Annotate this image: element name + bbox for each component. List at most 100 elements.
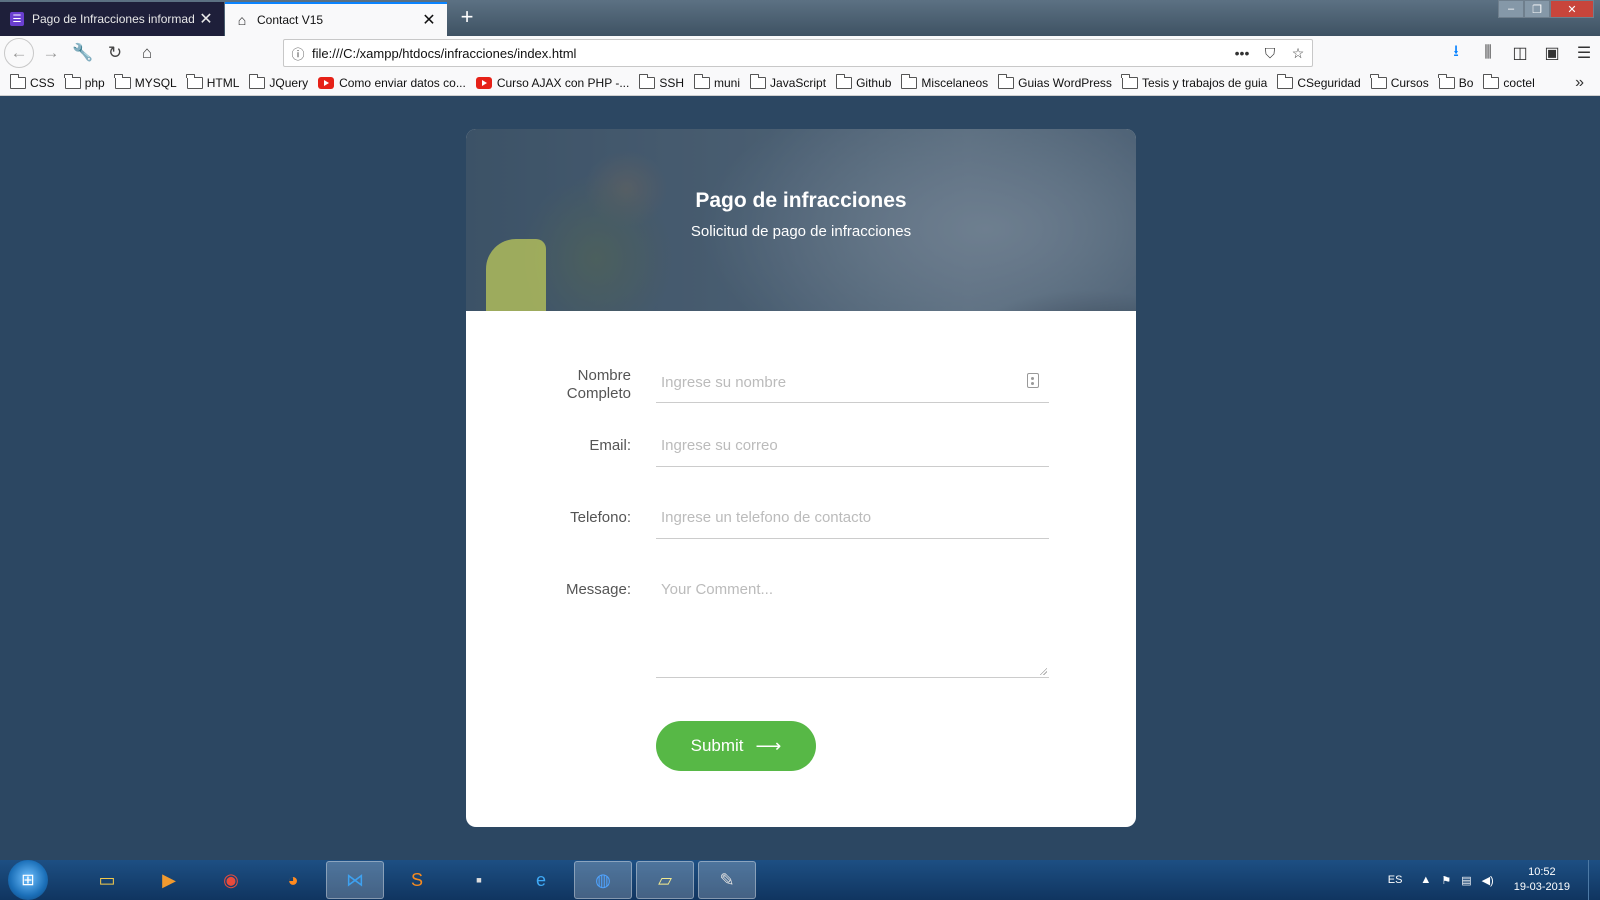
sidebar-icon[interactable]: ◫ xyxy=(1504,38,1536,68)
bookmark-jquery[interactable]: JQuery xyxy=(248,73,308,90)
bookmark-javascript[interactable]: JavaScript xyxy=(749,73,827,90)
page-actions-icon[interactable]: ••• xyxy=(1228,45,1256,61)
bookmark-label: JavaScript xyxy=(770,75,827,90)
new-tab-button[interactable]: + xyxy=(456,4,478,30)
bookmark-guias-wordpress[interactable]: Guias WordPress xyxy=(997,73,1112,90)
form-subtitle: Solicitud de pago de infracciones xyxy=(690,222,912,240)
library-icon[interactable]: ⫼ xyxy=(1472,38,1504,68)
home-button[interactable]: ⌂ xyxy=(132,38,162,68)
name-label-line2: Completo xyxy=(566,385,631,402)
folder-icon xyxy=(1370,73,1387,89)
bookmark-label: HTML xyxy=(206,75,240,90)
close-window-button[interactable]: ✕ xyxy=(1550,0,1594,18)
bookmark-cseguridad[interactable]: CSeguridad xyxy=(1276,73,1361,90)
network-icon[interactable]: ▤ xyxy=(1461,874,1471,887)
tab-contact-v15[interactable]: ⌂ Contact V15 ✕ xyxy=(225,2,447,36)
bookmark-mysql[interactable]: MYSQL xyxy=(114,73,177,90)
forward-button[interactable]: → xyxy=(36,38,66,68)
bookmark-star-icon[interactable]: ☆ xyxy=(1284,45,1312,62)
email-placeholder: Ingrese su correo xyxy=(661,437,778,454)
bookmark-html[interactable]: HTML xyxy=(186,73,240,90)
folder-icon xyxy=(1438,73,1455,89)
paint-icon[interactable]: ✎ xyxy=(698,861,756,899)
bookmark-coctel[interactable]: coctel xyxy=(1482,73,1535,90)
url-text[interactable]: file:///C:/xampp/htdocs/infracciones/ind… xyxy=(312,46,1228,61)
reload-button[interactable]: ↻ xyxy=(100,38,130,68)
bookmark-cursos[interactable]: Cursos xyxy=(1370,73,1429,90)
close-tab-icon[interactable]: ✕ xyxy=(421,10,437,30)
ie-icon[interactable]: e xyxy=(512,861,570,899)
bookmark-label: Github xyxy=(856,75,892,90)
download-icon[interactable]: ⭳ xyxy=(1440,38,1472,68)
bookmark-label: SSH xyxy=(659,75,685,90)
name-input[interactable]: Ingrese su nombre xyxy=(656,363,1049,403)
tab-pago-infracciones[interactable]: ☰ Pago de Infracciones informad ✕ xyxy=(0,2,224,36)
clock-time: 10:52 xyxy=(1528,866,1556,878)
folder-icon xyxy=(749,73,767,89)
menu-icon[interactable]: ☰ xyxy=(1568,38,1600,68)
tab-label: Pago de Infracciones informad xyxy=(32,12,195,26)
start-button[interactable]: ⊞ xyxy=(8,860,48,900)
bookmark-label: Guias WordPress xyxy=(1018,75,1112,90)
media-player-icon[interactable]: ▶ xyxy=(140,861,198,899)
folder-icon xyxy=(900,73,918,89)
restore-button[interactable]: ❐ xyxy=(1524,0,1550,18)
bookmark-tesis-y-trabajos-de-guia[interactable]: Tesis y trabajos de guia xyxy=(1121,73,1267,90)
resize-handle[interactable] xyxy=(1039,667,1047,675)
sublime-icon[interactable]: S xyxy=(388,861,446,899)
folder-icon xyxy=(9,73,26,89)
pocket-icon[interactable]: ⛉ xyxy=(1256,45,1284,62)
submit-label: Submit xyxy=(690,736,744,755)
firefox-dev-icon[interactable]: ◍ xyxy=(574,861,632,899)
bookmark-bo[interactable]: Bo xyxy=(1438,73,1474,90)
email-input[interactable]: Ingrese su correo xyxy=(656,426,1049,467)
bookmark-css[interactable]: CSS xyxy=(9,73,55,90)
clock[interactable]: 10:52 19-03-2019 xyxy=(1514,865,1570,895)
chrome-icon[interactable]: ◉ xyxy=(202,861,260,899)
clock-date: 19-03-2019 xyxy=(1513,881,1570,893)
bookmark-curso-ajax-con-php[interactable]: Curso AJAX con PHP -... xyxy=(475,76,629,90)
back-button[interactable]: ← xyxy=(4,38,34,68)
contact-card-icon xyxy=(1027,373,1039,388)
email-row: Email: Ingrese su correo xyxy=(466,435,1136,485)
notes-icon[interactable]: ▱ xyxy=(636,861,694,899)
folder-icon xyxy=(114,73,131,89)
tab-label: Contact V15 xyxy=(257,13,324,27)
vscode-icon[interactable]: ⋈ xyxy=(326,861,384,899)
folder-icon xyxy=(693,73,711,89)
youtube-icon xyxy=(318,76,335,89)
bookmark-como-enviar-datos-co[interactable]: Como enviar datos co... xyxy=(318,76,466,90)
close-tab-icon[interactable]: ✕ xyxy=(198,9,214,29)
minimize-button[interactable]: – xyxy=(1498,0,1524,18)
bookmark-label: Bo xyxy=(1458,75,1474,90)
bookmark-github[interactable]: Github xyxy=(835,73,892,90)
cmd-icon[interactable]: ▪ xyxy=(450,861,508,899)
phone-input[interactable]: Ingrese un telefono de contacto xyxy=(656,498,1049,539)
list-icon: ☰ xyxy=(10,12,24,26)
volume-icon[interactable]: ◀) xyxy=(1482,874,1494,887)
phone-row: Telefono: Ingrese un telefono de contact… xyxy=(466,507,1136,557)
firefox-icon[interactable]: ◕ xyxy=(264,861,322,899)
submit-button[interactable]: Submit ⟶ xyxy=(656,721,816,771)
address-bar[interactable]: ⓘ file:///C:/xampp/htdocs/infracciones/i… xyxy=(283,39,1313,67)
message-textarea[interactable]: Your Comment... xyxy=(656,570,1049,678)
message-placeholder: Your Comment... xyxy=(661,581,773,598)
info-icon[interactable]: ⓘ xyxy=(284,44,312,63)
bookmark-miscelaneos[interactable]: Miscelaneos xyxy=(900,73,988,90)
bookmark-label: Cursos xyxy=(1390,75,1429,90)
bookmark-ssh[interactable]: SSH xyxy=(638,73,685,90)
wrench-icon[interactable]: 🔧 xyxy=(68,38,98,68)
flag-icon[interactable]: ⚑ xyxy=(1441,874,1451,887)
arrow-right-icon: ⟶ xyxy=(755,735,782,756)
extension-icon[interactable]: ▣ xyxy=(1536,38,1568,68)
contact-form-card: Pago de infracciones Solicitud de pago d… xyxy=(466,129,1136,827)
message-row: Message: Your Comment... xyxy=(466,579,1136,689)
show-desktop-button[interactable] xyxy=(1588,860,1600,900)
bookmark-label: CSeguridad xyxy=(1297,75,1361,90)
language-indicator[interactable]: ES xyxy=(1388,874,1403,886)
bookmark-php[interactable]: php xyxy=(64,73,105,90)
file-explorer-icon[interactable]: ▭ xyxy=(78,861,136,899)
bookmark-muni[interactable]: muni xyxy=(693,73,740,90)
bookmarks-overflow-icon[interactable]: » xyxy=(1575,74,1584,92)
show-hidden-icons[interactable]: ▲ xyxy=(1420,874,1431,886)
